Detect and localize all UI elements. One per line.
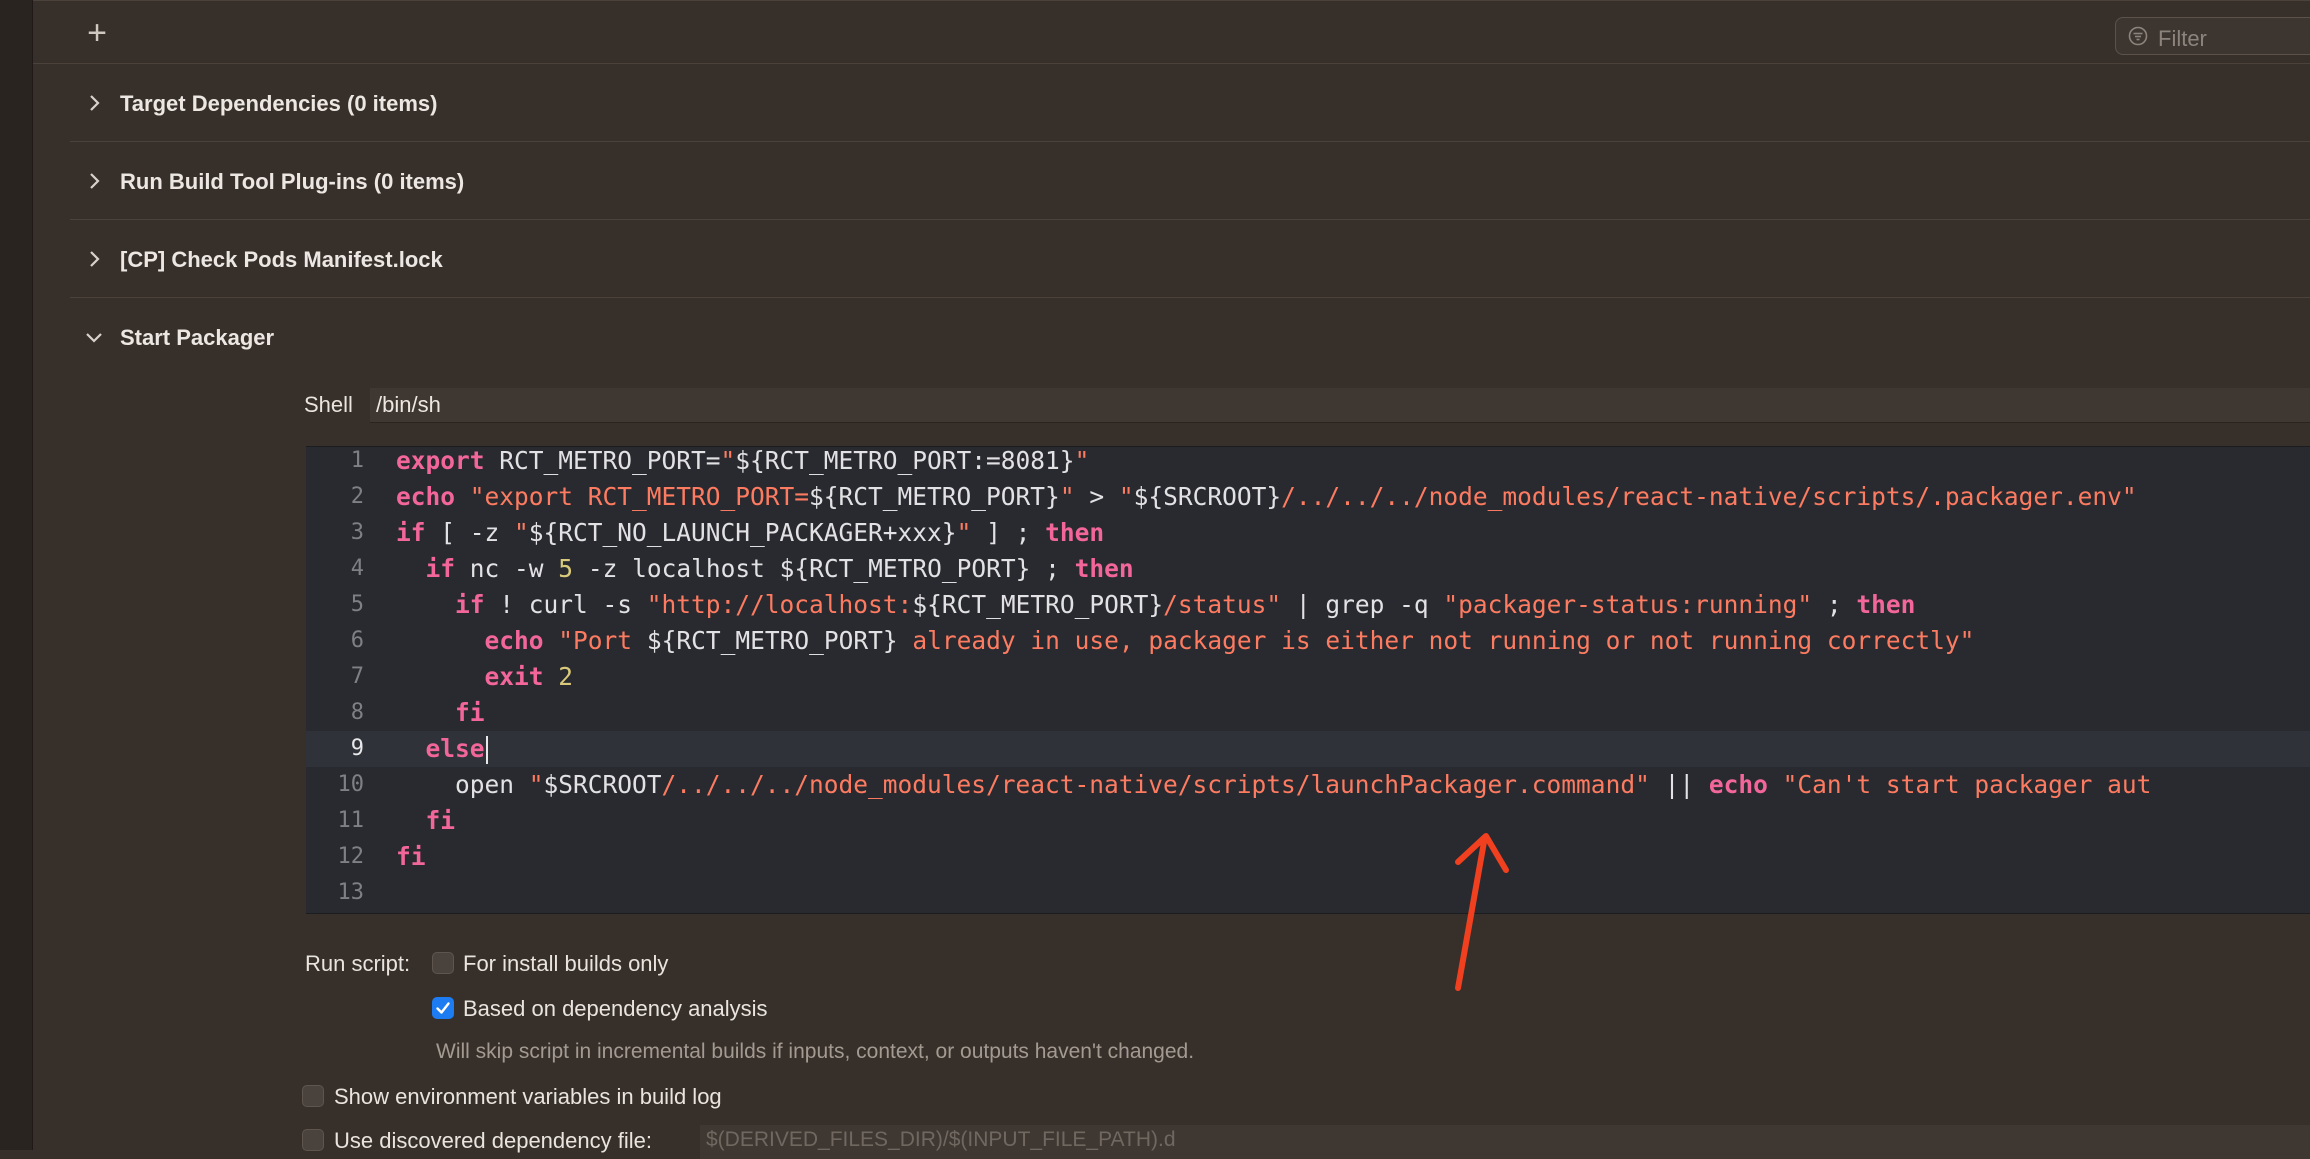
chevron-down-icon — [86, 333, 102, 343]
shell-value: /bin/sh — [376, 392, 441, 417]
line-number: 11 — [337, 808, 365, 833]
code-line[interactable]: 2 echo "export RCT_METRO_PORT=${RCT_METRO… — [306, 479, 2310, 515]
code-text: if ! curl -s "http://localhost:${RCT_MET… — [455, 590, 1916, 619]
discovered-dep-file-label: Use discovered dependency file: — [334, 1128, 652, 1153]
line-number: 5 — [350, 592, 364, 617]
left-rail — [0, 0, 33, 1150]
line-number: 2 — [350, 484, 364, 509]
code-line[interactable]: 7 exit 2 — [306, 659, 2310, 695]
code-text: exit 2 — [484, 662, 574, 691]
line-number: 9 — [350, 736, 364, 761]
code-line[interactable]: 8 fi — [306, 695, 2310, 731]
line-number: 4 — [350, 556, 364, 581]
line-number: 1 — [350, 448, 364, 473]
phase-title: Run Build Tool Plug-ins (0 items) — [120, 169, 465, 194]
code-line[interactable]: 1 export RCT_METRO_PORT="${RCT_METRO_PORT… — [306, 446, 2310, 479]
phase-title: Target Dependencies (0 items) — [120, 91, 438, 116]
line-number: 8 — [350, 700, 364, 725]
phase-title: [CP] Check Pods Manifest.lock — [120, 247, 443, 272]
chevron-right-icon — [90, 251, 100, 267]
discovered-dep-file-input[interactable]: $(DERIVED_FILES_DIR)/$(INPUT_FILE_PATH).… — [700, 1125, 2310, 1159]
text-caret — [485, 736, 488, 764]
phase-target-dependencies[interactable]: Target Dependencies (0 items) — [70, 65, 2310, 142]
code-text: else — [396, 731, 488, 767]
code-text: if nc -w 5 -z localhost ${RCT_METRO_PORT… — [425, 554, 1134, 583]
code-text: echo "Port ${RCT_METRO_PORT} already in … — [484, 626, 1975, 655]
line-number: 7 — [350, 664, 364, 689]
code-line[interactable]: 10 open "$SRCROOT/../../../node_modules/… — [306, 767, 2310, 803]
add-build-phase-button[interactable]: + — [83, 16, 111, 50]
line-number: 13 — [337, 880, 365, 905]
red-arrow-annotation — [1455, 833, 1509, 991]
code-line[interactable]: 9 else — [306, 731, 2310, 767]
show-env-vars-checkbox[interactable] — [302, 1085, 324, 1107]
dependency-analysis-label: Based on dependency analysis — [463, 996, 768, 1021]
code-line[interactable]: 12 fi — [306, 839, 2310, 875]
install-builds-only-checkbox[interactable] — [432, 952, 454, 974]
line-number: 6 — [350, 628, 364, 653]
shell-label: Shell — [304, 392, 353, 417]
phase-title: Start Packager — [120, 325, 275, 350]
checkmark-icon — [436, 1002, 450, 1014]
filter-field[interactable]: Filter — [2115, 17, 2310, 55]
run-script-label: Run script: — [305, 951, 411, 976]
code-line[interactable]: 3 if [ -z "${RCT_NO_LAUNCH_PACKAGER+xxx}"… — [306, 515, 2310, 551]
phase-check-pods-manifest[interactable]: [CP] Check Pods Manifest.lock — [70, 221, 2310, 298]
chevron-right-icon — [90, 95, 100, 111]
install-builds-only-label: For install builds only — [463, 951, 669, 976]
filter-placeholder: Filter — [2158, 26, 2207, 51]
chevron-right-icon — [90, 173, 100, 189]
toolbar: + Filter — [33, 0, 2310, 64]
line-number: 3 — [350, 520, 364, 545]
code-line[interactable]: 4 if nc -w 5 -z localhost ${RCT_METRO_PO… — [306, 551, 2310, 587]
code-line[interactable]: 11 fi — [306, 803, 2310, 839]
line-number: 10 — [337, 772, 365, 797]
phase-run-build-tool-plugins[interactable]: Run Build Tool Plug-ins (0 items) — [70, 143, 2310, 220]
code-text: echo "export RCT_METRO_PORT=${RCT_METRO_… — [396, 482, 2137, 511]
phase-start-packager[interactable]: Start Packager — [70, 299, 2310, 359]
script-editor[interactable]: 1 export RCT_METRO_PORT="${RCT_METRO_PORT… — [306, 446, 2310, 914]
code-line[interactable]: 13 — [306, 875, 2310, 911]
code-text: if [ -z "${RCT_NO_LAUNCH_PACKAGER+xxx}" … — [396, 518, 1105, 547]
code-text: export RCT_METRO_PORT="${RCT_METRO_PORT:… — [396, 446, 1090, 475]
code-text: fi — [455, 698, 485, 727]
discovered-dep-file-checkbox[interactable] — [302, 1129, 324, 1151]
plus-icon: + — [87, 14, 107, 52]
dependency-analysis-checkbox[interactable] — [432, 997, 454, 1019]
line-number: 12 — [337, 844, 365, 869]
code-text: fi — [425, 806, 456, 835]
dependency-analysis-hint: Will skip script in incremental builds i… — [436, 1040, 1195, 1063]
discovered-dep-file-placeholder: $(DERIVED_FILES_DIR)/$(INPUT_FILE_PATH).… — [706, 1128, 1176, 1151]
code-line[interactable]: 5 if ! curl -s "http://localhost:${RCT_M… — [306, 587, 2310, 623]
filter-icon — [2128, 26, 2148, 46]
code-text: open "$SRCROOT/../../../node_modules/rea… — [396, 770, 2152, 799]
show-env-vars-label: Show environment variables in build log — [334, 1084, 722, 1109]
code-line[interactable]: 6 echo "Port ${RCT_METRO_PORT} already i… — [306, 623, 2310, 659]
shell-input[interactable]: /bin/sh — [370, 388, 2310, 423]
code-text: fi — [396, 842, 426, 871]
